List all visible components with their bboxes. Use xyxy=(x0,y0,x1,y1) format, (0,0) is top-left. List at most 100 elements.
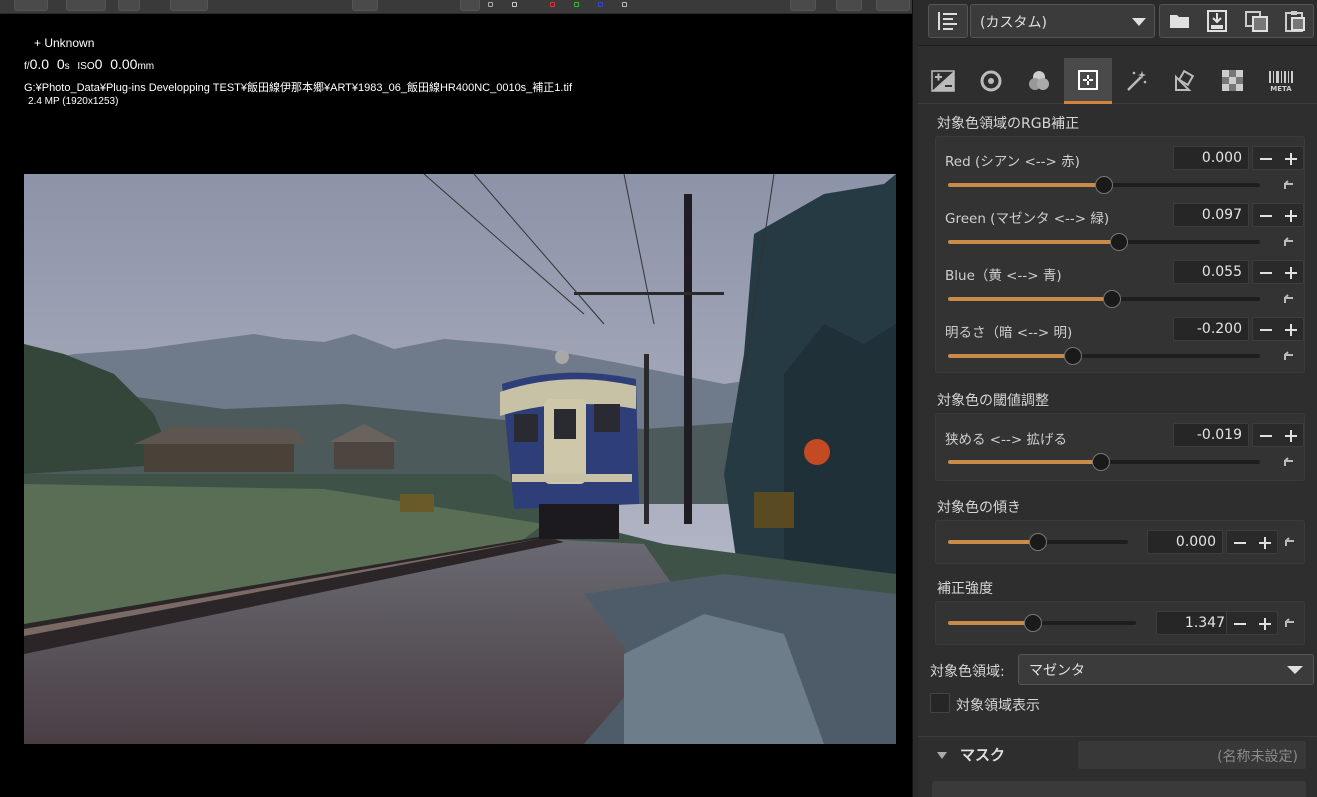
tone-icon xyxy=(980,70,1002,92)
rgb-stepper-green[interactable] xyxy=(1252,203,1304,227)
rgb-slider-green[interactable] xyxy=(948,233,1260,251)
photo[interactable] xyxy=(24,174,896,744)
save-preset-button[interactable] xyxy=(1205,9,1229,33)
color-icon xyxy=(1029,71,1049,90)
show-area-checkbox[interactable] xyxy=(930,693,950,713)
exif-aperture: 0.0 xyxy=(29,56,50,72)
strength-stepper[interactable] xyxy=(1226,611,1278,635)
tab-exposure[interactable] xyxy=(920,58,966,104)
show-area-label: 対象領域表示 xyxy=(956,698,1040,714)
paste-preset-button[interactable] xyxy=(1282,9,1308,33)
channel-all-icon[interactable] xyxy=(488,2,493,7)
rgb-label-green: Green (マゼンタ <--> 緑) xyxy=(945,211,1110,227)
tab-tone[interactable] xyxy=(968,58,1014,104)
slope-stepper[interactable] xyxy=(1226,530,1278,554)
magic-wand-icon xyxy=(1127,71,1147,91)
tab-lens[interactable] xyxy=(1162,58,1208,104)
tab-retouch[interactable] xyxy=(1114,58,1160,104)
rgb-slider-knob-brightness[interactable] xyxy=(1063,347,1082,365)
slope-value[interactable]: 0.000 xyxy=(1147,530,1223,554)
tab-noise[interactable] xyxy=(1210,58,1256,104)
channel-white-icon[interactable] xyxy=(512,2,517,7)
rgb-slider-red[interactable] xyxy=(948,176,1260,194)
open-preset-button[interactable] xyxy=(1168,10,1192,32)
image-viewer[interactable]: + Unknown f/0.0 0s ISO0 0.00mm G:¥Photo_… xyxy=(0,14,912,797)
toolbar-button[interactable] xyxy=(352,0,378,11)
rgb-slider-knob-red[interactable] xyxy=(1095,176,1113,194)
reset-icon[interactable] xyxy=(1283,617,1297,629)
chevron-down-icon xyxy=(1132,18,1146,26)
camera-name: + Unknown xyxy=(34,36,95,50)
target-area-dropdown[interactable]: マゼンタ xyxy=(1018,654,1314,685)
folder-icon xyxy=(1170,15,1189,28)
mask-title: マスク xyxy=(960,746,1006,764)
rgb-slider-knob-blue[interactable] xyxy=(1103,290,1122,308)
save-icon xyxy=(1207,10,1227,32)
svg-text:META: META xyxy=(1270,85,1292,92)
rgb-value-brightness[interactable]: -0.200 xyxy=(1173,317,1249,341)
collapse-arrow-icon[interactable] xyxy=(937,752,947,759)
slope-section-title: 対象色の傾き xyxy=(937,500,1021,516)
rgb-value-blue[interactable]: 0.055 xyxy=(1173,260,1249,284)
threshold-stepper[interactable] xyxy=(1252,423,1304,447)
rgb-label-brightness: 明るさ（暗 <--> 明) xyxy=(945,325,1073,341)
threshold-slider[interactable] xyxy=(948,453,1260,471)
tab-meta[interactable]: META xyxy=(1258,58,1304,104)
checker-icon xyxy=(1222,70,1243,91)
tab-point-color[interactable] xyxy=(1064,58,1112,104)
threshold-slider-knob[interactable] xyxy=(1091,453,1110,471)
exif-shutter: 0 xyxy=(56,56,65,72)
reset-icon[interactable] xyxy=(1282,236,1296,248)
toolbar-button[interactable] xyxy=(170,0,208,11)
lens-correction-icon xyxy=(1175,69,1195,91)
channel-red-icon[interactable] xyxy=(550,2,555,7)
rgb-value-green[interactable]: 0.097 xyxy=(1173,203,1249,227)
exif-iso: 0 xyxy=(94,56,103,72)
rgb-group: Red (シアン <--> 赤) 0.000 Green (マゼンタ <--> 緑)… xyxy=(935,136,1305,373)
toolbar-button[interactable] xyxy=(876,0,910,11)
reset-icon[interactable] xyxy=(1283,536,1297,548)
strength-slider-knob[interactable] xyxy=(1023,614,1042,632)
channel-green-icon[interactable] xyxy=(574,2,579,7)
viewer-toolbar xyxy=(0,0,918,14)
tab-color[interactable] xyxy=(1016,58,1062,104)
channel-luma-icon[interactable] xyxy=(622,2,627,7)
channel-blue-icon[interactable] xyxy=(598,2,603,7)
preset-value: (カスタム) xyxy=(980,15,1047,31)
slope-slider-knob[interactable] xyxy=(1029,533,1047,551)
toolbar-button[interactable] xyxy=(118,0,140,11)
toolbar-button[interactable] xyxy=(460,0,480,11)
rgb-stepper-brightness[interactable] xyxy=(1252,317,1304,341)
toolbar-button[interactable] xyxy=(66,0,106,11)
file-path: G:¥Photo_Data¥Plug-ins Developping TEST¥… xyxy=(24,82,573,94)
slope-slider[interactable] xyxy=(948,533,1128,551)
mask-section-header[interactable]: マスク (名称未設定) xyxy=(918,736,1317,772)
rgb-slider-knob-green[interactable] xyxy=(1109,233,1128,251)
toolbar-button[interactable] xyxy=(836,0,862,11)
rgb-slider-brightness[interactable] xyxy=(948,347,1260,365)
rgb-value-red[interactable]: 0.000 xyxy=(1173,146,1249,170)
meta-icon: META xyxy=(1269,71,1293,92)
mask-toolbar xyxy=(932,781,1306,797)
preset-dropdown[interactable]: (カスタム) xyxy=(970,4,1155,38)
threshold-value[interactable]: -0.019 xyxy=(1173,423,1249,447)
strength-value[interactable]: 1.347 xyxy=(1156,611,1232,635)
point-color-icon xyxy=(1078,69,1098,90)
rgb-section-title: 対象色領域のRGB補正 xyxy=(937,116,1080,132)
toolbar-button[interactable] xyxy=(14,0,48,11)
reset-icon[interactable] xyxy=(1282,456,1296,468)
strength-slider[interactable] xyxy=(948,614,1136,632)
rgb-slider-blue[interactable] xyxy=(948,290,1260,308)
target-area-label: 対象色領域: xyxy=(930,664,1005,680)
image-size: 2.4 MP (1920x1253) xyxy=(28,96,119,107)
threshold-section-title: 対象色の閾値調整 xyxy=(937,393,1049,409)
reset-icon[interactable] xyxy=(1282,350,1296,362)
toolbar-button[interactable] xyxy=(790,0,816,11)
copy-preset-button[interactable] xyxy=(1244,9,1270,33)
preset-list-button[interactable] xyxy=(928,4,968,38)
rgb-stepper-red[interactable] xyxy=(1252,146,1304,170)
reset-icon[interactable] xyxy=(1282,179,1296,191)
reset-icon[interactable] xyxy=(1282,293,1296,305)
mask-name-field[interactable]: (名称未設定) xyxy=(1078,741,1306,769)
rgb-stepper-blue[interactable] xyxy=(1252,260,1304,284)
